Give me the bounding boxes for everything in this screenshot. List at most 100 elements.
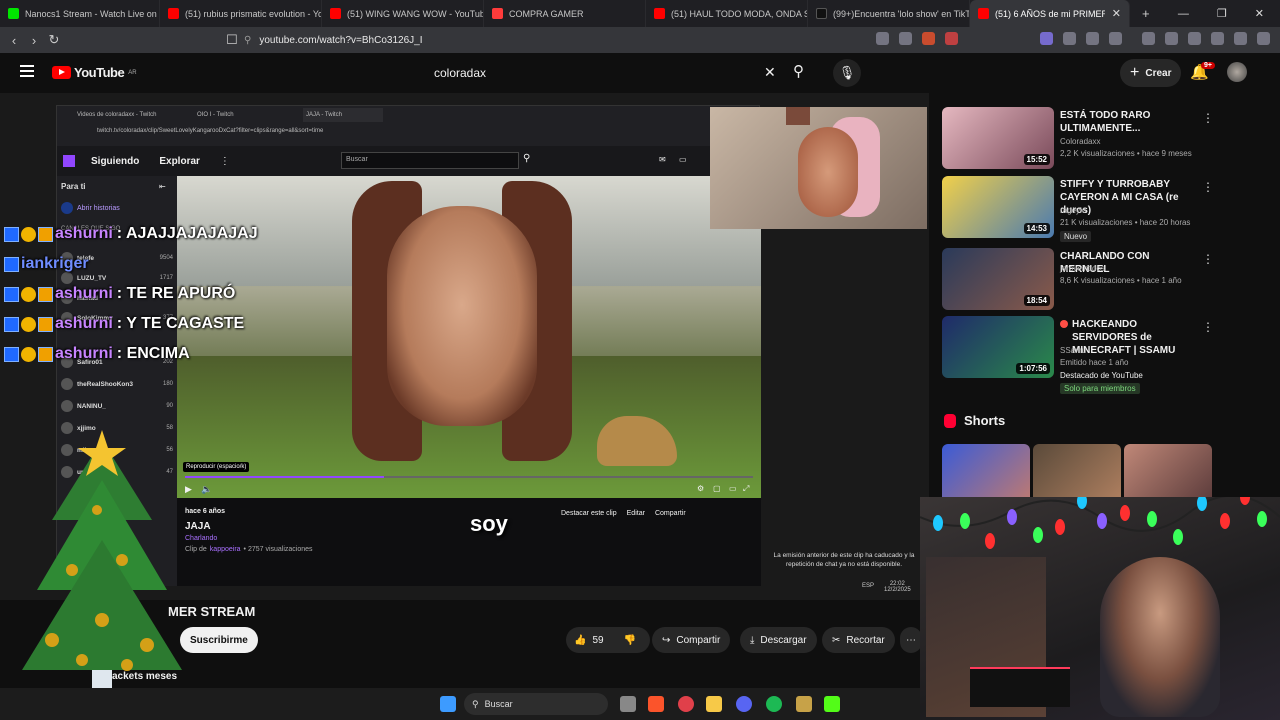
extension-icon[interactable] [1040, 32, 1053, 45]
recommended-video[interactable]: 18:54 CHARLANDO CON MERNUEL jeroveintido… [942, 248, 1222, 310]
short-thumbnail[interactable] [1033, 444, 1121, 504]
subscriber-badge-icon [21, 286, 36, 302]
share-clip-button: Compartir [654, 510, 686, 517]
clear-search-icon[interactable]: ✕ [764, 64, 776, 81]
brave-rewards-icon[interactable] [945, 32, 958, 45]
share-button[interactable]: ↪ Compartir [652, 627, 731, 653]
bookmark-icon[interactable]: ☐ [222, 32, 242, 48]
forward-icon[interactable]: › [24, 33, 44, 48]
video-thumbnail[interactable]: 1:07:56 [942, 316, 1054, 378]
recommended-video[interactable]: 15:52 ESTÁ TODO RARO ULTIMAMENTE... Colo… [942, 107, 1222, 169]
search-icon: ⚲ [472, 698, 479, 709]
video-thumbnail[interactable]: 18:54 [942, 248, 1054, 310]
youtube-favicon-icon [654, 8, 665, 19]
members-only-badge: Solo para miembros [1060, 383, 1140, 394]
vpn-icon[interactable] [1234, 32, 1247, 45]
channel-name[interactable]: rageylo [1060, 206, 1086, 215]
search-value: coloradax [434, 66, 487, 80]
create-label: Crear [1145, 67, 1172, 79]
leo-icon[interactable] [1211, 32, 1224, 45]
cast-icon[interactable] [876, 32, 889, 45]
search-input[interactable]: coloradax ✕ [420, 59, 790, 87]
subscriber-badge-icon [21, 346, 36, 362]
spotify-icon[interactable] [766, 696, 782, 712]
new-tab-icon[interactable]: + [1142, 6, 1150, 21]
share-icon[interactable] [899, 32, 912, 45]
close-window-icon[interactable]: ✕ [1255, 7, 1264, 20]
channel-name[interactable]: Coloradaxx [1060, 137, 1100, 146]
taskbar-search[interactable]: ⚲ Buscar [464, 693, 608, 715]
browser-tab-active[interactable]: (51) 6 AÑOS de mi PRIMER S ✕ [970, 0, 1130, 27]
more-actions-button[interactable]: ⋯ [900, 627, 922, 653]
url-field[interactable]: ⚲ youtube.com/watch?v=BhCo3126J_I [244, 30, 964, 50]
browser-tab[interactable]: (51) HAUL TODO MODA, ONDA SHO [646, 0, 808, 27]
channel-name[interactable]: SSamu [1060, 346, 1086, 355]
short-thumbnail[interactable] [942, 444, 1030, 504]
maximize-icon[interactable]: ❐ [1217, 7, 1227, 20]
browser-tab[interactable]: (99+)Encuentra 'lolo show' en TikTok [808, 0, 970, 27]
music-icon[interactable] [1142, 32, 1155, 45]
url-text: youtube.com/watch?v=BhCo3126J_I [259, 34, 423, 46]
chat-message: ashurni: ENCIMA [4, 343, 190, 365]
video-thumbnail[interactable]: 14:53 [942, 176, 1054, 238]
browser-tab[interactable]: (51) rubius prismatic evolution - You [160, 0, 322, 27]
task-view-icon[interactable] [620, 696, 636, 712]
tab-title: (99+)Encuentra 'lolo show' en TikTok [833, 8, 970, 19]
more-icon[interactable]: ⋮ [1202, 180, 1214, 194]
whispers-icon: ▭ [679, 155, 687, 164]
menu-icon[interactable] [1257, 32, 1270, 45]
site-info-icon[interactable]: ⚲ [244, 35, 251, 46]
recommended-video[interactable]: 14:53 STIFFY Y TURROBABY CAYERON A MI CA… [942, 176, 1222, 242]
like-dislike-group: 👍 59 👎 [566, 627, 650, 653]
discord-icon[interactable] [736, 696, 752, 712]
wallet-icon[interactable] [1188, 32, 1201, 45]
back-icon[interactable]: ‹ [4, 33, 24, 48]
brave-shield-icon[interactable] [922, 32, 935, 45]
avatar[interactable] [1227, 62, 1247, 82]
notification-badge: 9+ [1201, 62, 1215, 69]
windows-start-icon[interactable] [440, 696, 456, 712]
minimize-icon[interactable]: — [1178, 8, 1189, 20]
tab-title: (51) HAUL TODO MODA, ONDA SHO [671, 8, 807, 19]
extension-icon[interactable] [1063, 32, 1076, 45]
download-button[interactable]: ⤓ Descargar [740, 627, 817, 653]
browser-tab[interactable]: Nanocs1 Stream - Watch Live on [0, 0, 160, 27]
more-icon[interactable]: ⋮ [1202, 252, 1214, 266]
inner-tab: JAJA - Twitch [303, 108, 383, 122]
dislike-icon[interactable]: 👎 [624, 635, 636, 646]
microphone-icon[interactable]: 🎙 [833, 59, 861, 87]
app-icon[interactable] [678, 696, 694, 712]
file-explorer-icon[interactable] [706, 696, 722, 712]
hamburger-menu-icon[interactable] [20, 65, 34, 77]
youtube-favicon-icon [978, 8, 989, 19]
recommended-video[interactable]: 1:07:56 HACKEANDO SERVIDORES de MINECRAF… [942, 316, 1222, 394]
clip-button[interactable]: ✂ Recortar [822, 627, 895, 653]
kick-icon[interactable] [824, 696, 840, 712]
extension-icon[interactable] [1086, 32, 1099, 45]
extension-icon[interactable] [1109, 32, 1122, 45]
brave-icon[interactable] [648, 696, 664, 712]
clip-views: • 2757 visualizaciones [243, 546, 313, 553]
sidebar-icon[interactable] [1165, 32, 1178, 45]
short-thumbnail[interactable] [1124, 444, 1212, 504]
browser-tab[interactable]: COMPRA GAMER [484, 0, 646, 27]
channel-name[interactable]: jeroveintidos [1060, 264, 1105, 273]
video-thumbnail[interactable]: 15:52 [942, 107, 1054, 169]
app-icon[interactable] [796, 696, 812, 712]
nav-explore: Explorar [159, 155, 200, 167]
christmas-tree-overlay [22, 430, 182, 692]
browser-tab[interactable]: (51) WING WANG WOW - YouTube [322, 0, 484, 27]
more-icon[interactable]: ⋮ [1202, 111, 1214, 125]
video-meta: Emitido hace 1 año [1060, 358, 1129, 367]
search-icon[interactable]: ⚲ [793, 62, 804, 80]
reload-icon[interactable]: ↻ [44, 32, 64, 48]
like-icon[interactable]: 👍 [574, 635, 586, 646]
play-tooltip: Reproducir (espacio/k) [183, 462, 250, 472]
recommended-video-title[interactable]: ESTÁ TODO RARO ULTIMAMENTE... [1060, 109, 1200, 135]
close-icon[interactable]: ✕ [1112, 7, 1121, 20]
create-button[interactable]: + Crear [1120, 59, 1182, 87]
youtube-favicon-icon [168, 8, 179, 19]
youtube-logo[interactable]: YouTube AR [52, 65, 137, 80]
more-icon[interactable]: ⋮ [1202, 320, 1214, 334]
avatar [61, 378, 73, 390]
